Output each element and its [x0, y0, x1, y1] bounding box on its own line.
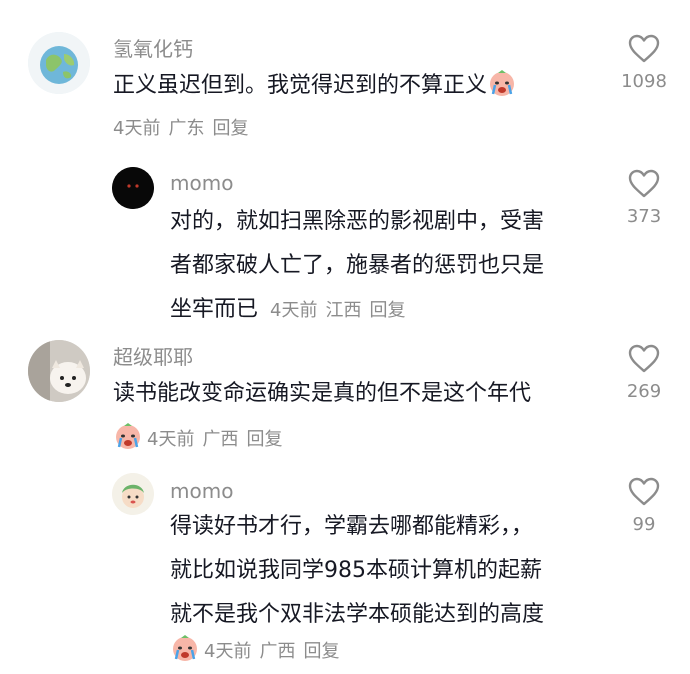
comment-location: 江西	[325, 300, 362, 321]
heart-icon[interactable]	[628, 34, 660, 64]
comment-time: 4天前	[204, 641, 252, 662]
comment-text-line: 就比如说我同学985本硕计算机的起薪	[170, 558, 542, 583]
comment-author[interactable]: momo	[170, 478, 233, 504]
crying-face-emoji-icon	[487, 68, 517, 114]
like-button[interactable]: 373	[609, 169, 679, 229]
heart-icon[interactable]	[628, 477, 660, 507]
heart-icon[interactable]	[628, 344, 660, 374]
comment-text: 正义虽迟但到。我觉得迟到的不算正义	[113, 64, 573, 114]
comment-location: 广西	[202, 429, 239, 450]
comment-location: 广西	[259, 641, 296, 662]
comment-meta: 4天前 江西 回复	[270, 300, 413, 321]
comment-1: 氢氧化钙 正义虽迟但到。我觉得迟到的不算正义 4天前 广东 回复 1098	[0, 0, 690, 150]
heart-icon[interactable]	[628, 169, 660, 199]
like-button[interactable]: 269	[609, 344, 679, 404]
comment-meta: 4天前 广西 回复	[113, 421, 290, 458]
comment-text: 得读好书才行，学霸去哪都能精彩，， 就比如说我同学985本硕计算机的起薪 就不是…	[170, 505, 590, 637]
reply-button[interactable]: 回复	[303, 641, 339, 662]
like-count: 99	[632, 514, 656, 535]
comment-text-line: 正义虽迟但到。我觉得迟到的不算正义	[113, 73, 488, 98]
like-button[interactable]: 1098	[609, 34, 679, 94]
comment-text: 对的，就如扫黑除恶的影视剧中，受害 者都家破人亡了，施暴者的惩罚也只是 坐牢而已…	[170, 200, 590, 332]
comment-author[interactable]: momo	[170, 170, 233, 196]
reply-button[interactable]: 回复	[369, 300, 405, 321]
comment-text-line: 读书能改变命运确实是真的但不是这个年代	[113, 381, 532, 406]
reply-button[interactable]: 回复	[246, 429, 282, 450]
comment-location: 广东	[168, 118, 205, 139]
comment-time: 4天前	[147, 429, 195, 450]
comment-text-line: 得读好书才行，学霸去哪都能精彩，，	[170, 514, 534, 539]
avatar[interactable]	[28, 32, 90, 94]
like-count: 373	[626, 206, 662, 227]
comment-time: 4天前	[270, 300, 318, 321]
comment-text: 读书能改变命运确实是真的但不是这个年代	[113, 372, 583, 416]
comment-meta: 4天前 广西 回复	[170, 633, 347, 670]
avatar[interactable]	[28, 340, 90, 402]
crying-face-emoji-icon	[170, 633, 200, 670]
crying-face-emoji-icon	[113, 421, 143, 458]
avatar[interactable]	[112, 167, 154, 209]
comment-meta: 4天前 广东 回复	[113, 117, 256, 141]
comment-text-line: 就不是我个双非法学本硕能达到的高度	[170, 602, 545, 627]
reply-button[interactable]: 回复	[212, 118, 248, 139]
comment-4: momo 得读好书才行，学霸去哪都能精彩，， 就比如说我同学985本硕计算机的起…	[0, 465, 690, 674]
comment-text-line: 对的，就如扫黑除恶的影视剧中，受害	[170, 209, 545, 234]
avatar[interactable]	[112, 473, 154, 515]
comment-text-line: 者都家破人亡了，施暴者的惩罚也只是	[170, 253, 545, 278]
comment-text-line: 坐牢而已	[170, 297, 259, 322]
comment-2: momo 对的，就如扫黑除恶的影视剧中，受害 者都家破人亡了，施暴者的惩罚也只是…	[0, 150, 690, 330]
comment-author[interactable]: 超级耶耶	[113, 344, 193, 370]
comment-3: 超级耶耶 读书能改变命运确实是真的但不是这个年代 4天前 广西 回复 269	[0, 330, 690, 465]
comment-time: 4天前	[113, 118, 161, 139]
comment-author[interactable]: 氢氧化钙	[113, 36, 193, 62]
like-button[interactable]: 99	[609, 477, 679, 537]
like-count: 269	[626, 381, 662, 402]
like-count: 1098	[621, 71, 667, 92]
